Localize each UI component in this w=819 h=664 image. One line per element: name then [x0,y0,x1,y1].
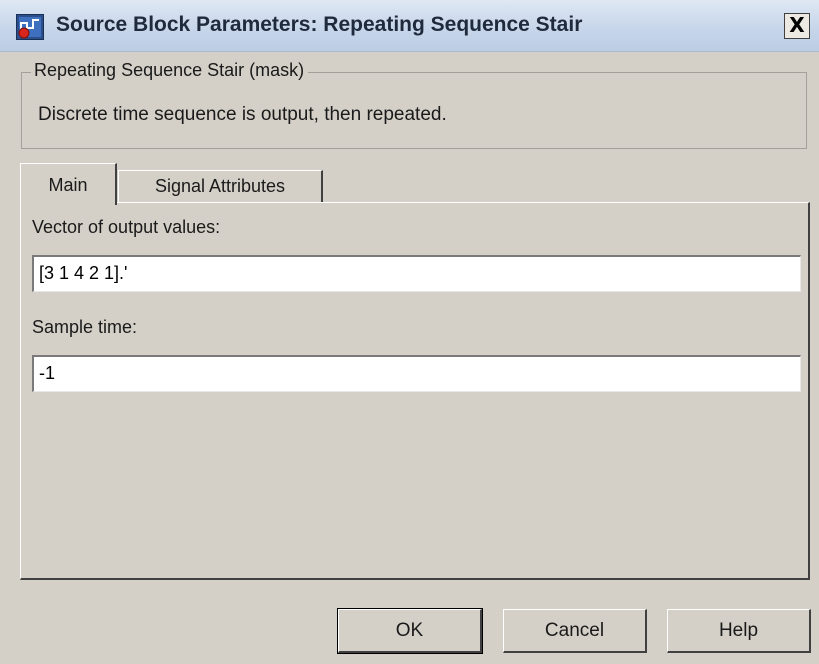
close-button[interactable]: X [784,13,810,39]
help-button[interactable]: Help [667,609,811,653]
output-values-label: Vector of output values: [32,217,221,237]
ok-button[interactable]: OK [337,608,483,654]
tab-main[interactable]: Main [20,163,117,205]
simulink-block-icon [16,14,44,40]
tab-signal-attributes[interactable]: Signal Attributes [118,170,323,202]
title-bar[interactable]: Source Block Parameters: Repeating Seque… [0,0,819,52]
mask-group-title: Repeating Sequence Stair (mask) [31,60,309,81]
block-parameters-dialog: Source Block Parameters: Repeating Seque… [0,0,819,664]
mask-description: Discrete time sequence is output, then r… [38,104,447,125]
sample-time-label: Sample time: [32,317,138,337]
cancel-button[interactable]: Cancel [503,609,647,653]
sample-time-input[interactable]: -1 [32,355,801,392]
output-values-input[interactable]: [3 1 4 2 1].' [32,255,801,292]
window-title: Source Block Parameters: Repeating Seque… [56,13,583,36]
